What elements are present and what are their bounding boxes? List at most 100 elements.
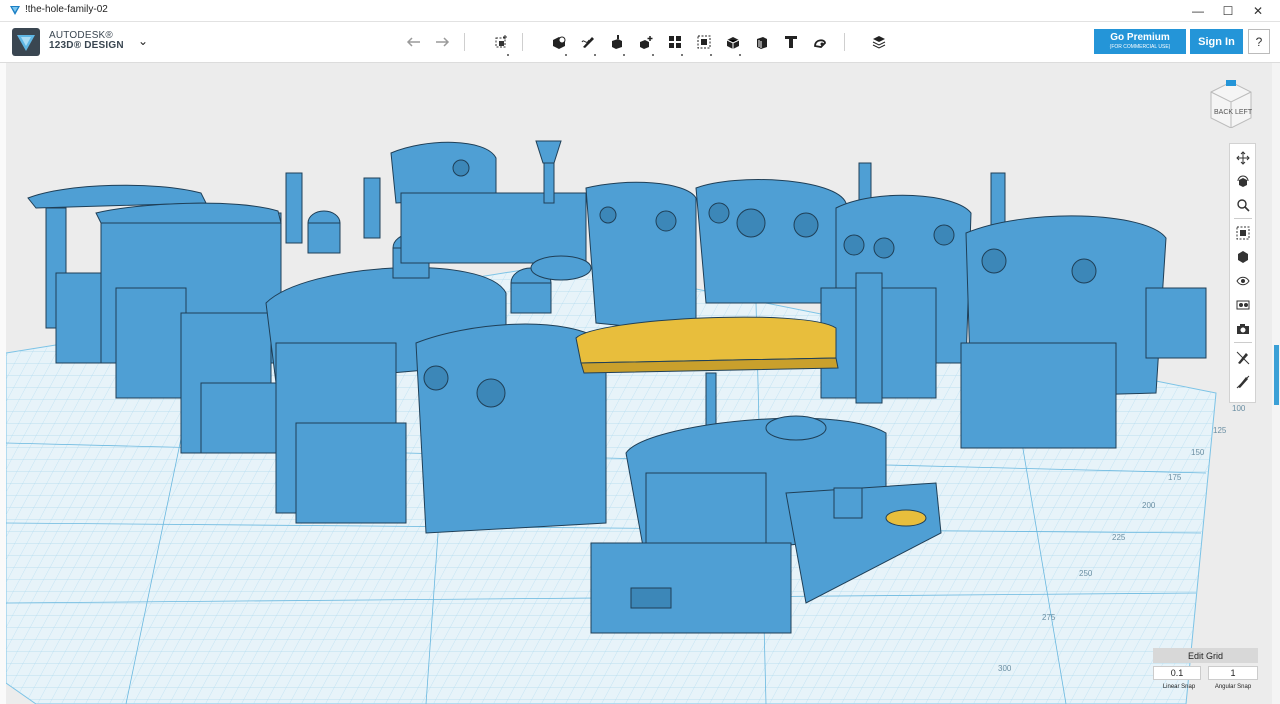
snap-button[interactable]: [810, 32, 830, 52]
navigation-bar: [1229, 143, 1256, 403]
grid-tick-label: 150: [1191, 448, 1205, 457]
dropdown-indicator: [652, 54, 654, 56]
grid-tick-label: 200: [1142, 501, 1156, 510]
3d-viewport[interactable]: 100 125 150 175 200 225 250 275 300 BACK…: [6, 63, 1272, 704]
pattern-button[interactable]: [665, 32, 685, 56]
materials-icon: [1236, 300, 1250, 310]
window-titlebar: !the-hole-family-02 — ☐ ✕: [0, 0, 1280, 22]
dropdown-indicator: [507, 54, 509, 56]
help-button[interactable]: ?: [1248, 29, 1270, 54]
hide-sketch-button[interactable]: [1234, 349, 1252, 367]
cube-icon: [1238, 251, 1248, 263]
eye-icon: [1236, 276, 1250, 286]
view-style-button[interactable]: [1234, 248, 1252, 266]
primitives-icon: [553, 36, 566, 49]
combine-icon: [726, 37, 740, 49]
redo-icon: [436, 37, 450, 47]
edit-grid-button[interactable]: Edit Grid: [1153, 648, 1258, 663]
material-icon: [872, 36, 886, 49]
dropdown-indicator: [594, 54, 596, 56]
camera-icon: [1237, 324, 1249, 334]
scene-canvas[interactable]: 100 125 150 175 200 225 250 275 300: [6, 63, 1272, 704]
grid-tick-label: 125: [1213, 426, 1227, 435]
zoom-icon: [1237, 199, 1250, 212]
angular-snap-label: Angular Snap: [1214, 684, 1252, 690]
logo-icon: [17, 35, 35, 51]
close-button[interactable]: ✕: [1243, 0, 1273, 21]
measure-icon: [757, 37, 767, 49]
undo-icon: [406, 37, 420, 47]
viewcube-back-label: BACK: [1214, 109, 1233, 116]
viewcube[interactable]: BACK LEFT: [1206, 78, 1256, 128]
linear-snap-input[interactable]: 0.1: [1153, 666, 1201, 680]
modify-icon: [640, 36, 653, 49]
snap-icon: [814, 39, 826, 48]
viewcube-home-icon[interactable]: [1226, 80, 1236, 86]
locomotive-far-center[interactable]: [390, 140, 592, 281]
fit-button[interactable]: [1234, 224, 1252, 242]
grouping-button[interactable]: [694, 32, 714, 56]
main-menu-chevron-down-icon[interactable]: ⌄: [138, 34, 148, 48]
pattern-icon: [669, 36, 681, 48]
transform-button[interactable]: [491, 32, 511, 56]
modify-button[interactable]: [636, 32, 656, 56]
combine-button[interactable]: [723, 32, 743, 56]
app-logo[interactable]: [12, 28, 40, 56]
angular-snap-input[interactable]: 1: [1208, 666, 1258, 680]
navbar-separator: [1234, 342, 1252, 343]
orbit-button[interactable]: [1234, 173, 1252, 191]
grid-tick-label: 250: [1079, 569, 1093, 578]
visibility-button[interactable]: [1234, 272, 1252, 290]
grid-tick-label: 225: [1112, 533, 1126, 542]
app-logo-icon: [10, 6, 20, 15]
undo-button[interactable]: [404, 32, 424, 52]
sign-in-button[interactable]: Sign In: [1190, 29, 1243, 54]
window-title: !the-hole-family-02: [25, 4, 108, 15]
dropdown-indicator: [565, 54, 567, 56]
mesh-visibility-icon: [1236, 375, 1250, 389]
zoom-button[interactable]: [1234, 196, 1252, 214]
construct-icon: [612, 35, 622, 49]
grouping-icon: [697, 35, 711, 49]
brand-line2: 123D® DESIGN: [49, 40, 124, 51]
sketch-visibility-icon: [1236, 351, 1250, 365]
app-toolbar: AUTODESK® 123D® DESIGN ⌄ Go Premium (FOR…: [0, 22, 1280, 63]
scrollbar-thumb[interactable]: [1274, 345, 1279, 405]
toolbar-separator: [464, 33, 465, 51]
brand-name: AUTODESK® 123D® DESIGN: [49, 31, 124, 51]
sketch-icon: [581, 37, 594, 48]
measure-button[interactable]: [752, 32, 772, 52]
dropdown-indicator: [739, 54, 741, 56]
go-premium-button[interactable]: Go Premium (FOR COMMERCIAL USE): [1094, 29, 1186, 54]
primitives-button[interactable]: [549, 32, 569, 56]
scrollbar[interactable]: [1272, 63, 1280, 704]
screenshot-button[interactable]: [1234, 320, 1252, 338]
toolbar-separator: [522, 33, 523, 51]
toolbar-separator: [844, 33, 845, 51]
grid-tick-label: 100: [1232, 404, 1246, 413]
navbar-separator: [1234, 218, 1252, 219]
orbit-icon: [1237, 175, 1249, 187]
grid-tick-label: 275: [1042, 613, 1056, 622]
selected-brass-buffer: [885, 509, 927, 527]
dropdown-indicator: [710, 54, 712, 56]
hide-mesh-button[interactable]: [1234, 373, 1252, 391]
dropdown-indicator: [623, 54, 625, 56]
viewcube-left-label: LEFT: [1235, 109, 1253, 116]
minimize-button[interactable]: —: [1183, 0, 1213, 21]
construct-button[interactable]: [607, 32, 627, 56]
text-button[interactable]: [781, 32, 801, 52]
linear-snap-label: Linear Snap: [1162, 684, 1196, 690]
text-icon: [785, 36, 797, 48]
material-button[interactable]: [869, 32, 889, 52]
redo-button[interactable]: [432, 32, 452, 52]
maximize-button[interactable]: ☐: [1213, 0, 1243, 21]
premium-sublabel: (FOR COMMERCIAL USE): [1109, 44, 1171, 50]
fit-icon: [1236, 226, 1250, 240]
premium-label: Go Premium: [1110, 32, 1170, 43]
pan-button[interactable]: [1234, 149, 1252, 167]
material-view-button[interactable]: [1234, 296, 1252, 314]
dropdown-indicator: [681, 54, 683, 56]
grid-tick-label: 175: [1168, 473, 1182, 482]
sketch-button[interactable]: [578, 32, 598, 56]
